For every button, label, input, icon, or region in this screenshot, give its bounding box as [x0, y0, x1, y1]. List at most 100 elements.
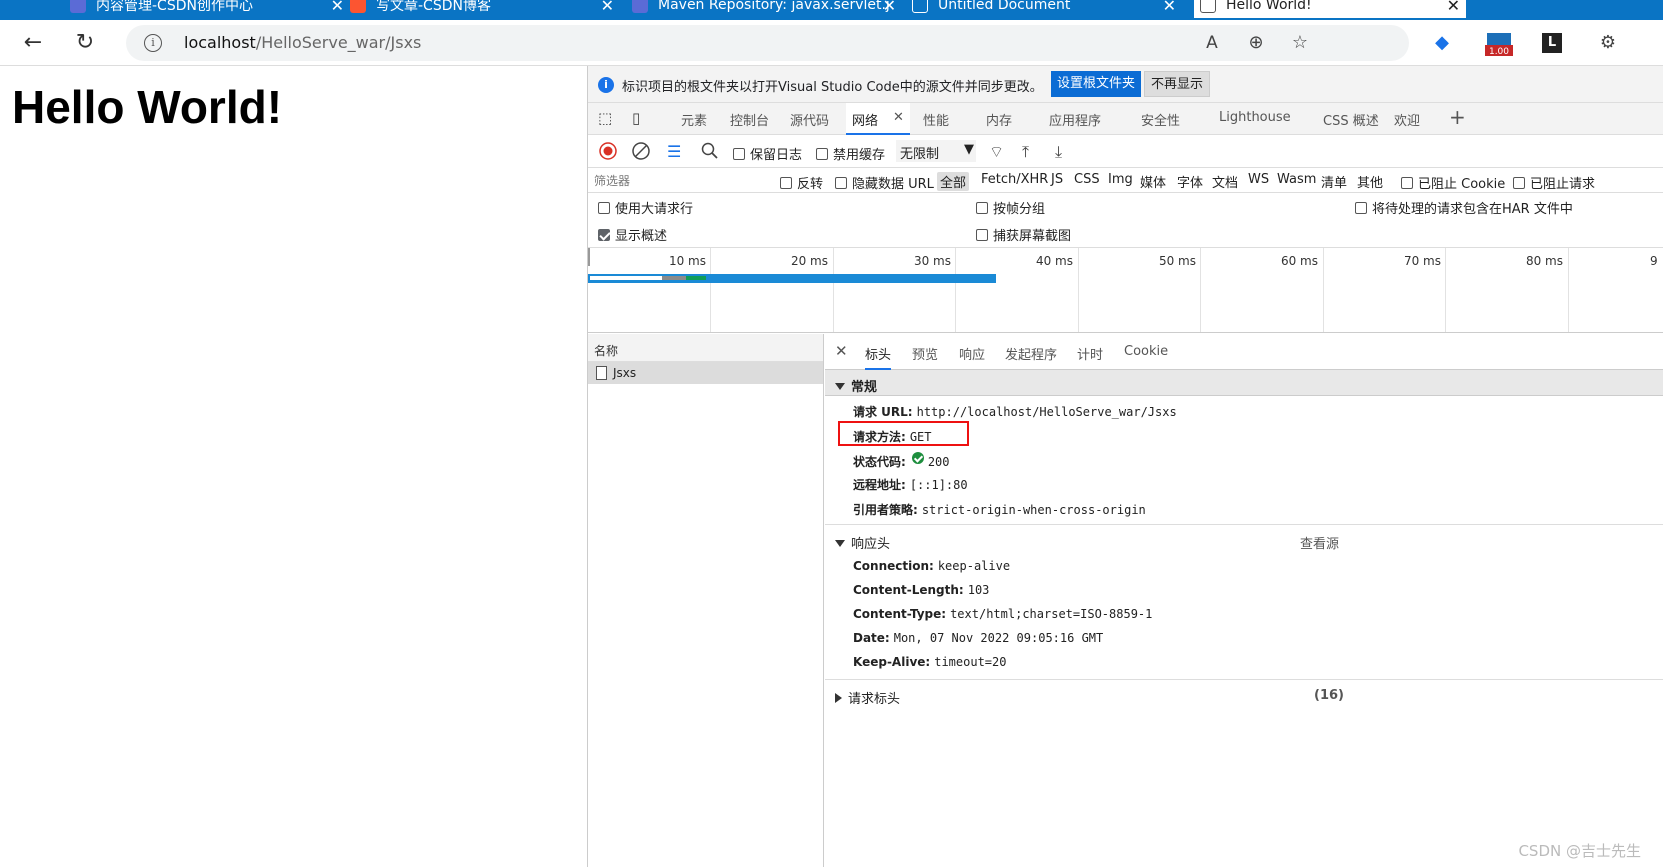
add-tab-icon[interactable]: + — [1449, 105, 1466, 129]
close-icon[interactable]: ✕ — [1447, 0, 1460, 15]
filter-type-wasm[interactable]: Wasm — [1277, 172, 1316, 187]
close-icon[interactable]: ✕ — [893, 110, 904, 125]
url-field[interactable]: i localhost/HelloServe_war/Jsxs A ⊕ ☆ — [126, 25, 1409, 61]
close-icon[interactable]: ✕ — [883, 0, 896, 15]
checkbox-icon[interactable] — [976, 229, 988, 241]
blocked-requests-checkbox[interactable]: 已阻止请求 — [1513, 173, 1595, 192]
bookmark-extension-icon[interactable]: L — [1542, 33, 1562, 53]
tab-welcome[interactable]: 欢迎 — [1394, 110, 1420, 129]
dont-show-again-button[interactable]: 不再显示 — [1144, 71, 1211, 97]
checkbox-icon[interactable] — [733, 148, 745, 160]
tab-preview[interactable]: 预览 — [912, 344, 938, 363]
checkbox-icon[interactable] — [598, 202, 610, 214]
browser-tab[interactable]: Maven Repository: javax.servlet.j ✕ — [632, 0, 902, 18]
capture-screenshots-checkbox[interactable]: 捕获屏幕截图 — [976, 225, 1071, 244]
close-icon[interactable]: ✕ — [601, 0, 614, 15]
tab-console[interactable]: 控制台 — [730, 110, 769, 129]
inspect-icon[interactable]: ⬚ — [598, 109, 612, 127]
big-rows-checkbox[interactable]: 使用大请求行 — [598, 198, 693, 217]
response-headers-section-header[interactable]: 响应头 查看源 — [825, 527, 1663, 553]
filter-type-all[interactable]: 全部 — [937, 172, 970, 191]
browser-tab[interactable]: 写文章-CSDN博客 ✕ — [350, 0, 620, 18]
device-toggle-icon[interactable]: ▯ — [632, 109, 640, 127]
info-icon[interactable]: i — [144, 34, 162, 52]
filter-type-img[interactable]: Img — [1108, 172, 1133, 187]
request-headers-section-header[interactable]: 请求标头 (16) — [825, 682, 1663, 708]
search-icon[interactable] — [701, 142, 719, 164]
browser-tab-active[interactable]: Hello World! ✕ — [1194, 0, 1466, 18]
clear-icon[interactable] — [632, 142, 650, 164]
filter-type-fetch[interactable]: Fetch/XHR — [981, 172, 1048, 187]
general-section-header[interactable]: 常规 — [825, 370, 1663, 396]
tab-headers[interactable]: 标头 — [865, 344, 892, 370]
checkbox-icon[interactable] — [1513, 177, 1525, 189]
checkbox-icon[interactable] — [976, 202, 988, 214]
export-har-icon[interactable]: ⤓ — [1055, 142, 1062, 162]
tab-lighthouse[interactable]: Lighthouse — [1219, 110, 1291, 125]
name-column-header[interactable]: 名称 — [588, 334, 823, 362]
filter-type-media[interactable]: 媒体 — [1140, 172, 1166, 191]
browser-tab[interactable]: 内容管理-CSDN创作中心 ✕ — [70, 0, 350, 18]
filter-type-doc[interactable]: 文档 — [1212, 172, 1238, 191]
request-row[interactable]: Jsxs — [588, 362, 823, 384]
timeline-tick-label: 60 ms — [1280, 254, 1318, 268]
browser-tab[interactable]: Untitled Document ✕ — [912, 0, 1182, 18]
tab-sources[interactable]: 源代码 — [790, 110, 829, 129]
network-overview-timeline[interactable]: 10 ms 20 ms 30 ms 40 ms 50 ms 60 ms 70 m… — [588, 248, 1663, 333]
close-icon[interactable]: ✕ — [835, 342, 848, 360]
tab-cookies[interactable]: Cookie — [1124, 344, 1168, 359]
blocked-cookies-checkbox[interactable]: 已阻止 Cookie — [1401, 173, 1505, 192]
filter-type-manifest[interactable]: 清单 — [1321, 172, 1347, 191]
checkbox-icon[interactable] — [780, 177, 792, 189]
browser-tab-strip: 内容管理-CSDN创作中心 ✕ 写文章-CSDN博客 ✕ Maven Repos… — [0, 0, 1663, 20]
tab-network[interactable]: 网络 — [852, 110, 878, 129]
preserve-log-checkbox[interactable]: 保留日志 — [733, 144, 802, 163]
checkbox-icon[interactable] — [835, 177, 847, 189]
favorite-add-icon[interactable]: ☆ — [1288, 31, 1312, 55]
hide-data-url-checkbox[interactable]: 隐藏数据 URL — [835, 173, 934, 192]
checkbox-checked-icon[interactable] — [598, 229, 610, 241]
tab-elements[interactable]: 元素 — [681, 110, 707, 129]
devtools-tab-bar: ⬚ ▯ 元素 控制台 源代码 网络 ✕ 性能 内存 应用程序 安全性 Light… — [588, 103, 1663, 135]
close-icon[interactable]: ✕ — [331, 0, 344, 15]
checkbox-icon[interactable] — [1355, 202, 1367, 214]
back-arrow-icon[interactable]: ← — [18, 28, 48, 58]
tab-timing[interactable]: 计时 — [1077, 344, 1103, 363]
filter-type-font[interactable]: 字体 — [1177, 172, 1203, 191]
network-toolbar: ☰ 保留日志 禁用缓存 无限制 ▼ ⌔ ⤒ ⤓ — [588, 135, 1663, 168]
view-source-link[interactable]: 查看源 — [1300, 533, 1339, 552]
set-root-folder-button[interactable]: 设置根文件夹 — [1051, 71, 1142, 97]
tab-security[interactable]: 安全性 — [1141, 110, 1180, 129]
group-by-frame-checkbox[interactable]: 按帧分组 — [976, 198, 1045, 217]
invert-checkbox[interactable]: 反转 — [780, 173, 823, 192]
status-ok-icon — [911, 452, 924, 464]
zoom-icon[interactable]: ⊕ — [1244, 31, 1268, 55]
extensions-puzzle-icon[interactable]: ⚙ — [1596, 31, 1620, 55]
tab-response[interactable]: 响应 — [959, 344, 985, 363]
tab-application[interactable]: 应用程序 — [1049, 110, 1101, 129]
checkbox-icon[interactable] — [816, 148, 828, 160]
import-har-icon[interactable]: ⤒ — [1022, 142, 1029, 162]
close-icon[interactable]: ✕ — [1163, 0, 1176, 15]
tab-performance[interactable]: 性能 — [923, 110, 949, 129]
tab-memory[interactable]: 内存 — [986, 110, 1012, 129]
tab-css-overview[interactable]: CSS 概述 — [1323, 110, 1379, 129]
checkbox-icon[interactable] — [1401, 177, 1413, 189]
filter-icon[interactable]: ☰ — [667, 142, 681, 161]
filter-type-other[interactable]: 其他 — [1357, 172, 1383, 191]
reload-icon[interactable]: ↻ — [70, 28, 100, 58]
extension-icon[interactable]: ◆ — [1430, 31, 1454, 55]
filter-type-ws[interactable]: WS — [1248, 172, 1269, 187]
tab-initiator[interactable]: 发起程序 — [1005, 344, 1057, 363]
record-stop-icon[interactable] — [599, 142, 617, 164]
filter-type-css[interactable]: CSS — [1074, 172, 1100, 187]
filter-input[interactable]: 筛选器 — [594, 170, 774, 190]
network-conditions-icon[interactable]: ⌔ — [989, 142, 1004, 162]
include-har-checkbox[interactable]: 将待处理的请求包含在HAR 文件中 — [1355, 198, 1573, 217]
show-overview-checkbox[interactable]: 显示概述 — [598, 225, 667, 244]
disable-cache-checkbox[interactable]: 禁用缓存 — [816, 144, 885, 163]
extension-badge-icon[interactable]: 1.00 — [1484, 31, 1514, 57]
read-aloud-icon[interactable]: A — [1200, 31, 1224, 55]
throttle-select[interactable]: 无限制 ▼ — [896, 140, 976, 162]
filter-type-js[interactable]: JS — [1051, 172, 1063, 187]
